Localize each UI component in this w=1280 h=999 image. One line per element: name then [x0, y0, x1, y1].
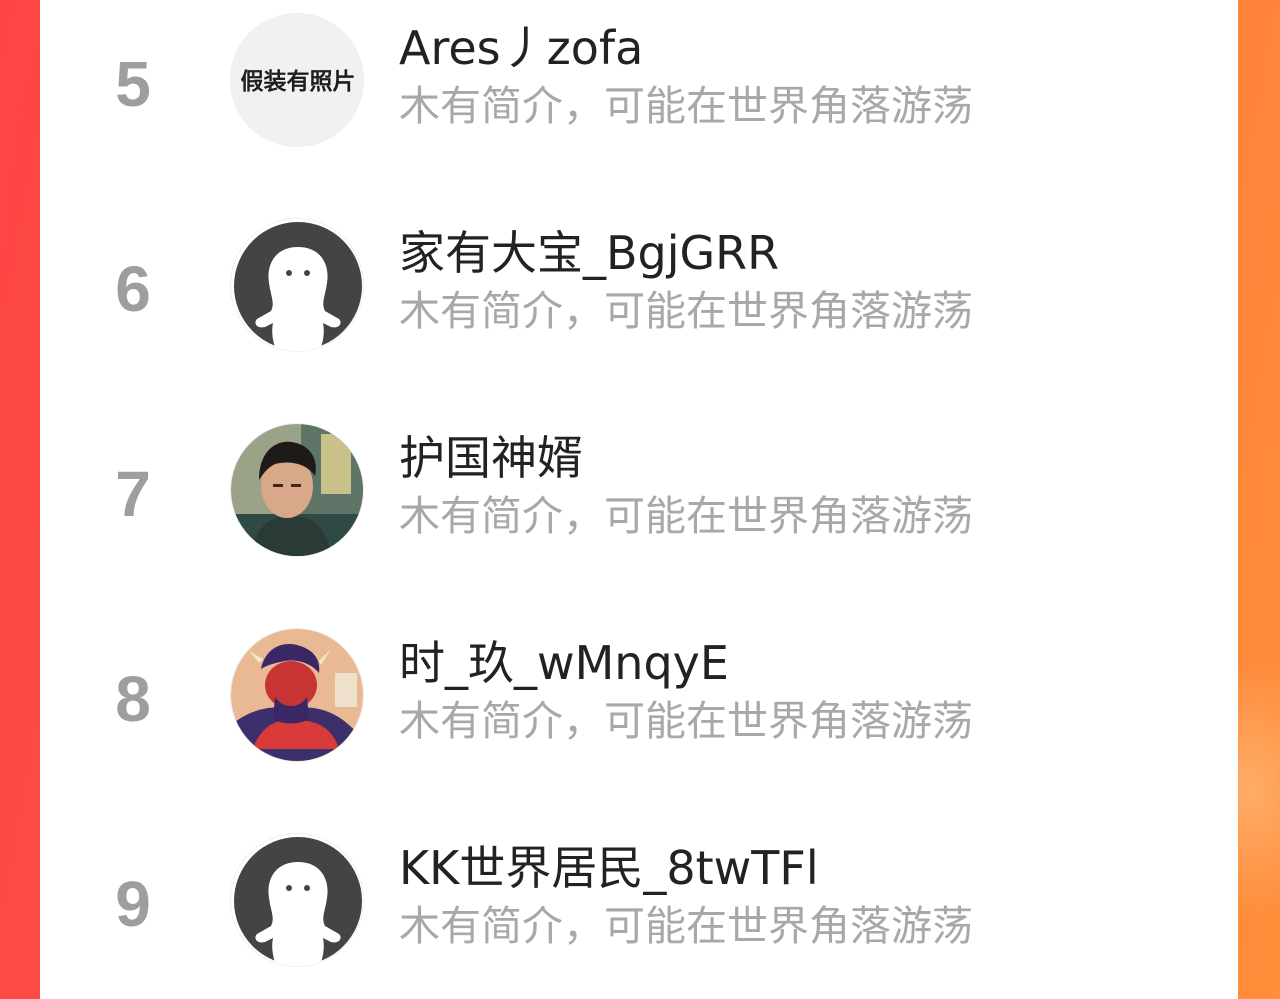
photo-avatar-icon	[231, 424, 363, 556]
user-bio: 木有简介，可能在世界角落游荡	[399, 492, 973, 540]
user-bio: 木有简介，可能在世界角落游荡	[399, 902, 973, 950]
ranking-list: 5 假装有照片 Ares丿zofa 木有简介，可能在世界角落游荡 6 家有大宝_…	[40, 0, 1238, 999]
illustration-avatar-icon	[231, 629, 363, 761]
user-name: 时_玖_wMnqyE	[399, 636, 729, 690]
default-ghost-avatar-icon	[231, 834, 363, 966]
user-name: KK世界居民_8twTFl	[399, 841, 819, 895]
user-avatar[interactable]	[230, 218, 364, 352]
default-ghost-avatar-icon	[231, 219, 363, 351]
placeholder-text-avatar-icon: 假装有照片	[231, 14, 363, 146]
ranking-item[interactable]: 6 家有大宝_BgjGRR 木有简介，可能在世界角落游荡	[40, 205, 1238, 375]
user-bio: 木有简介，可能在世界角落游荡	[399, 82, 973, 130]
ranking-item[interactable]: 8 时_玖_wMnqyE 木有简介，可能在世界角落游荡	[40, 615, 1238, 785]
user-avatar[interactable]: 假装有照片	[230, 13, 364, 147]
ranking-item[interactable]: 9 KK世界居民_8twTFl 木有简介，可能在世界角落游荡	[40, 820, 1238, 990]
user-bio: 木有简介，可能在世界角落游荡	[399, 697, 973, 745]
ranking-item[interactable]: 7 护国神婿 木有简介，可能在世界角落游荡	[40, 410, 1238, 580]
rank-number: 7	[115, 458, 151, 530]
user-avatar[interactable]	[230, 423, 364, 557]
rank-number: 6	[115, 253, 151, 325]
avatar-text: 假装有照片	[241, 68, 356, 95]
ranking-item[interactable]: 5 假装有照片 Ares丿zofa 木有简介，可能在世界角落游荡	[40, 0, 1238, 170]
user-name: Ares丿zofa	[399, 21, 644, 75]
user-avatar[interactable]	[230, 833, 364, 967]
rank-number: 8	[115, 663, 151, 735]
user-bio: 木有简介，可能在世界角落游荡	[399, 287, 973, 335]
user-name: 家有大宝_BgjGRR	[399, 226, 780, 280]
user-avatar[interactable]	[230, 628, 364, 762]
rank-number: 5	[115, 48, 151, 120]
rank-number: 9	[115, 868, 151, 940]
user-name: 护国神婿	[399, 431, 583, 485]
